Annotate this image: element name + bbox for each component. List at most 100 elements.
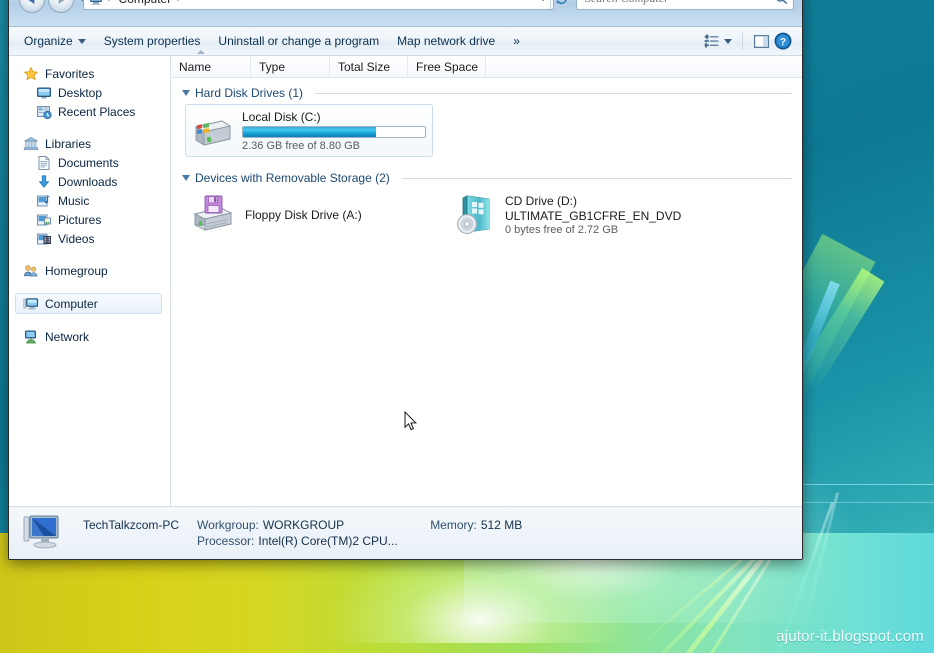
- sidebar-item-homegroup[interactable]: Homegroup: [9, 261, 170, 280]
- sort-indicator-icon: [197, 50, 205, 54]
- drive-name: Floppy Disk Drive (A:): [245, 208, 362, 222]
- status-fields: TechTalkzcom-PC Workgroup: WORKGROUP Mem…: [79, 518, 522, 548]
- column-header-total-size[interactable]: Total Size: [330, 56, 408, 77]
- capacity-bar: [242, 125, 426, 138]
- drive-name: CD Drive (D:): [505, 194, 577, 208]
- wallpaper-horizon-line: [794, 484, 934, 485]
- libraries-icon: [23, 136, 39, 150]
- sidebar-item-downloads[interactable]: Downloads: [9, 172, 170, 191]
- column-header-name[interactable]: Name: [171, 50, 251, 77]
- uninstall-or-change-program-button[interactable]: Uninstall or change a program: [209, 30, 388, 52]
- drive-info: Local Disk (C:) 2.36 GB free of 8.80 GB: [242, 110, 426, 152]
- command-bar: Organize System properties Uninstall or …: [9, 27, 802, 56]
- workgroup-label: Workgroup:: [197, 518, 259, 532]
- sidebar-item-recent-places[interactable]: Recent Places: [9, 102, 170, 121]
- group-header-hard-disk-drives[interactable]: Hard Disk Drives (1): [181, 86, 792, 100]
- sidebar-item-libraries[interactable]: Libraries: [9, 134, 170, 153]
- memory-value: 512 MB: [480, 518, 523, 532]
- desktop: ajutor-it.blogspot.com ▸ Computer ▸: [0, 0, 934, 653]
- drive-capacity-text: 0 bytes free of 2.72 GB: [505, 224, 619, 236]
- removable-items-row: Floppy Disk Drive (A:) CD Drive (D:) ULT…: [185, 189, 792, 241]
- explorer-window: ▸ Computer ▸: [8, 0, 803, 560]
- map-network-drive-button[interactable]: Map network drive: [388, 30, 504, 52]
- hard-disk-icon: [194, 120, 232, 146]
- sidebar-item-pictures[interactable]: Pictures: [9, 210, 170, 229]
- breadcrumb-computer[interactable]: Computer: [117, 0, 174, 6]
- breadcrumb-separator[interactable]: ▸: [173, 0, 186, 4]
- sidebar-item-computer[interactable]: Computer: [15, 293, 162, 314]
- drive-item-floppy-a[interactable]: Floppy Disk Drive (A:): [185, 190, 435, 240]
- search-box[interactable]: [576, 0, 794, 10]
- documents-icon: [38, 155, 50, 170]
- drive-labels: Floppy Disk Drive (A:): [245, 208, 362, 222]
- cd-drive-icon: [457, 195, 490, 234]
- column-header-filler: [486, 56, 802, 77]
- chevron-down-icon[interactable]: [724, 38, 732, 44]
- collapse-arrow-icon[interactable]: [182, 175, 190, 181]
- music-icon: [37, 195, 51, 206]
- network-icon: [25, 330, 37, 343]
- organize-button[interactable]: Organize: [15, 30, 95, 52]
- column-header-free-space[interactable]: Free Space: [408, 56, 486, 77]
- help-icon[interactable]: ?: [774, 32, 792, 50]
- computer-monitor-icon: [23, 515, 59, 549]
- chevron-down-icon: [77, 38, 86, 44]
- group-divider: [315, 92, 792, 94]
- status-line-primary: TechTalkzcom-PC Workgroup: WORKGROUP Mem…: [79, 518, 522, 532]
- sidebar-item-videos[interactable]: Videos: [9, 229, 170, 248]
- capacity-bar-fill: [243, 126, 376, 137]
- sidebar-item-label: Music: [58, 193, 90, 208]
- drive-tile-local-disk-c[interactable]: Local Disk (C:) 2.36 GB free of 8.80 GB: [185, 104, 433, 157]
- search-input[interactable]: [585, 0, 774, 6]
- column-header-row: Name Type Total Size Free Space: [171, 50, 802, 78]
- processor-label: Processor:: [197, 534, 255, 548]
- drive-labels: CD Drive (D:) ULTIMATE_GB1CFRE_EN_DVD 0 …: [505, 194, 681, 236]
- details-pane: TechTalkzcom-PC Workgroup: WORKGROUP Mem…: [9, 506, 802, 559]
- downloads-icon: [38, 174, 50, 188]
- search-icon[interactable]: [774, 0, 789, 6]
- videos-icon: [37, 233, 51, 244]
- navigation-buttons: [19, 0, 89, 13]
- collapse-arrow-icon[interactable]: [182, 90, 190, 96]
- pictures-icon: [37, 214, 51, 225]
- sidebar-item-label: Libraries: [45, 136, 92, 151]
- drive-capacity-text: 2.36 GB free of 8.80 GB: [242, 139, 361, 152]
- group-header-removable-storage[interactable]: Devices with Removable Storage (2): [181, 171, 792, 185]
- refresh-icon[interactable]: [550, 0, 572, 10]
- sidebar-item-label: Network: [45, 329, 90, 344]
- drive-item-cd-d[interactable]: CD Drive (D:) ULTIMATE_GB1CFRE_EN_DVD 0 …: [445, 189, 687, 241]
- address-bar[interactable]: ▸ Computer ▸: [83, 0, 554, 10]
- sidebar-item-network[interactable]: Network: [9, 327, 170, 346]
- titlebar: ▸ Computer ▸: [9, 0, 802, 27]
- sidebar-item-label: Pictures: [58, 212, 102, 227]
- sidebar-item-favorites[interactable]: Favorites: [9, 64, 170, 83]
- watermark: ajutor-it.blogspot.com: [776, 628, 924, 645]
- sidebar-item-label: Computer: [45, 296, 98, 311]
- computer-icon: [90, 0, 102, 5]
- status-line-secondary: Processor: Intel(R) Core(TM)2 CPU...: [79, 534, 522, 548]
- change-view-icon[interactable]: [703, 33, 720, 50]
- chevron-down-icon[interactable]: [535, 0, 551, 9]
- svg-text:?: ?: [780, 37, 786, 48]
- navigation-pane: Favorites Desktop Recent Places Librarie…: [9, 56, 171, 506]
- sidebar-item-music[interactable]: Music: [9, 191, 170, 210]
- system-properties-button[interactable]: System properties: [95, 30, 210, 52]
- mouse-cursor: [404, 411, 417, 431]
- column-header-type[interactable]: Type: [251, 56, 330, 77]
- sidebar-item-label: Documents: [58, 155, 119, 170]
- more-commands-button[interactable]: »: [504, 30, 529, 52]
- forward-arrow-icon[interactable]: [48, 0, 74, 13]
- file-list-area[interactable]: Hard Disk Drives (1) Local Disk (C:) 2.3…: [171, 78, 802, 506]
- drive-name: Local Disk (C:): [242, 109, 321, 124]
- sidebar-item-desktop[interactable]: Desktop: [9, 83, 170, 102]
- sidebar-item-label: Desktop: [58, 85, 103, 100]
- content-pane: Name Type Total Size Free Space Hard Dis…: [171, 50, 802, 506]
- preview-pane-icon[interactable]: [753, 33, 770, 50]
- back-arrow-icon[interactable]: [19, 0, 45, 13]
- sidebar-item-documents[interactable]: Documents: [9, 153, 170, 172]
- toolbar-divider: [742, 32, 743, 50]
- floppy-drive-icon: [193, 195, 233, 231]
- sidebar-item-label: Homegroup: [45, 263, 108, 278]
